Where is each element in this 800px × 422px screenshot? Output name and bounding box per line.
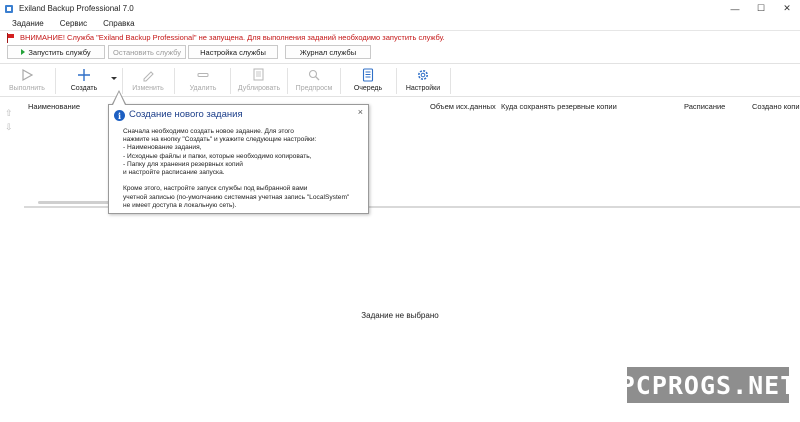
window-title: Exiland Backup Professional 7.0 [19, 4, 134, 13]
tooltip-line: нажмите на кнопку "Создать" и укажите сл… [123, 136, 317, 144]
delete-label: Удалить [189, 85, 217, 92]
warning-text: ВНИМАНИЕ! Служба "Exiland Backup Profess… [20, 33, 445, 42]
chevron-down-icon [111, 77, 117, 80]
toolbar-separator [287, 68, 288, 94]
tooltip-line: Сначала необходимо создать новое задание… [123, 128, 294, 135]
window-controls: — ☐ ✕ [722, 0, 800, 17]
queue-button[interactable]: Очередь [343, 64, 393, 97]
toolbar-separator [396, 68, 397, 94]
toolbar-separator [174, 68, 175, 94]
menu-item-service[interactable]: Сервис [52, 19, 95, 28]
service-warning: ВНИМАНИЕ! Служба "Exiland Backup Profess… [0, 30, 800, 44]
no-task-selected-text: Задание не выбрано [361, 311, 439, 320]
start-service-label: Запустить службу [28, 47, 91, 57]
play-outline-icon [22, 68, 34, 82]
tooltip-line: - Папку для хранения резервных копий [123, 160, 243, 168]
edit-button[interactable]: Изменить [125, 64, 171, 97]
create-button[interactable]: Создать [60, 64, 108, 97]
column-header-destination[interactable]: Куда сохранять резервные копии [501, 102, 617, 111]
settings-label: Настройки [405, 85, 441, 92]
arrow-down-icon[interactable]: ⇩ [5, 120, 17, 134]
tooltip-line: и настройте расписание запуска. [123, 169, 225, 177]
arrow-up-icon[interactable]: ⇧ [5, 106, 17, 120]
tooltip-body: Сначала необходимо создать новое задание… [123, 128, 363, 210]
column-header-schedule[interactable]: Расписание [684, 102, 725, 111]
app-icon [4, 4, 14, 14]
tooltip-close-icon[interactable]: × [358, 107, 363, 117]
edit-label: Изменить [132, 85, 164, 92]
tooltip-title: Создание нового задания [129, 109, 243, 120]
create-task-tooltip: i Создание нового задания × Сначала необ… [108, 104, 369, 214]
column-header-source-size[interactable]: Объем исх.данных [430, 102, 496, 111]
title-bar: Exiland Backup Professional 7.0 — ☐ ✕ [0, 0, 800, 17]
column-header-copies-created[interactable]: Создано копи [752, 102, 800, 111]
pencil-icon [143, 71, 154, 82]
column-header-name[interactable]: Наименование [28, 102, 80, 111]
settings-button[interactable]: Настройки [399, 64, 447, 97]
tooltip-line: - Наименование задания, [123, 144, 202, 152]
toolbar-separator [55, 68, 56, 94]
run-label: Выполнить [9, 85, 45, 92]
gear-icon [418, 70, 428, 80]
magnifier-icon [308, 69, 320, 81]
toolbar-separator [450, 68, 451, 94]
watermark-logo: PCPROGS.NET [620, 367, 795, 403]
stop-service-label: Остановить службу [113, 47, 181, 57]
service-settings-label: Настройка службы [200, 47, 266, 57]
toolbar-separator [340, 68, 341, 94]
start-service-button[interactable]: Запустить службу [7, 45, 105, 59]
menu-item-help[interactable]: Справка [95, 19, 142, 28]
delete-button[interactable]: Удалить [178, 64, 228, 97]
menu-item-task[interactable]: Задание [0, 19, 52, 28]
maximize-icon[interactable]: ☐ [748, 0, 774, 17]
menu-bar: Задание Сервис Справка [0, 17, 800, 30]
info-icon: i [114, 110, 125, 121]
duplicate-button[interactable]: Дублировать [232, 64, 286, 97]
toolbar-separator [230, 68, 231, 94]
run-button[interactable]: Выполнить [4, 64, 50, 97]
service-log-label: Журнал службы [299, 47, 357, 57]
play-icon [21, 49, 26, 55]
tooltip-line: не имеет доступа в локальную сеть). [123, 201, 237, 209]
queue-label: Очередь [353, 85, 383, 92]
tooltip-line: - Исходные файлы и папки, которые необхо… [123, 152, 312, 160]
watermark-text: PCPROGS.NET [619, 370, 797, 400]
tooltip-line: Кроме этого, настройте запуск службы под… [123, 185, 308, 193]
plus-icon [78, 69, 90, 81]
close-icon[interactable]: ✕ [774, 0, 800, 17]
duplicate-icon [253, 68, 264, 81]
service-settings-button[interactable]: Настройка службы [188, 45, 278, 59]
stop-service-button[interactable]: Остановить службу [108, 45, 186, 59]
preview-label: Предпросм [295, 85, 333, 92]
tooltip-pointer-fill [113, 92, 125, 105]
duplicate-label: Дублировать [237, 85, 281, 92]
service-log-button[interactable]: Журнал службы [285, 45, 371, 59]
minus-icon [197, 73, 209, 77]
flag-icon [6, 32, 16, 43]
reorder-arrows: ⇧ ⇩ [5, 106, 17, 134]
service-bar: Запустить службу Остановить службу Настр… [0, 44, 800, 61]
tooltip-line: учетной записью (по-умолчанию системная … [123, 193, 350, 201]
queue-list-icon [362, 68, 374, 82]
preview-button[interactable]: Предпросм [290, 64, 338, 97]
create-label: Создать [70, 85, 98, 92]
minimize-icon[interactable]: — [722, 0, 748, 17]
